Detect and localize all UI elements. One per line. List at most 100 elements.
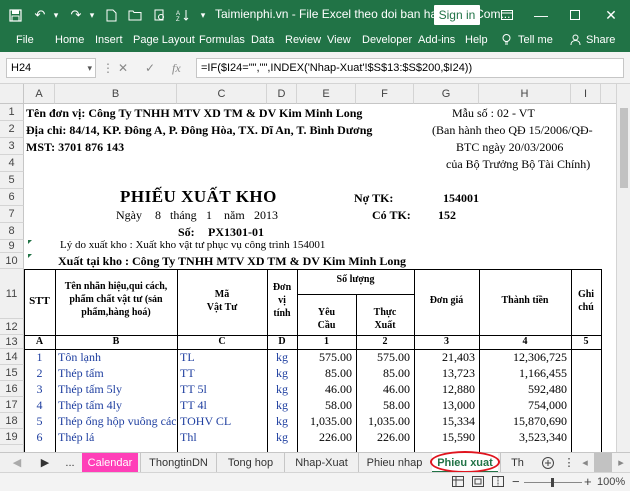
lightbulb-icon[interactable]	[502, 34, 511, 49]
hscroll-thumb[interactable]	[594, 453, 612, 473]
row-header-10[interactable]: 10	[0, 253, 24, 269]
cell-code[interactable]: TL	[180, 350, 195, 365]
cell-actual[interactable]: 1,035.00	[356, 414, 410, 429]
sheet-tab-th[interactable]: Th	[500, 453, 534, 473]
worksheet-grid[interactable]: A B C D E F G H I 1 2 3 4 5 6 7 8 9 10 1…	[0, 84, 630, 452]
tab-file[interactable]: File	[16, 34, 34, 46]
row-header-19[interactable]: 19	[0, 429, 24, 445]
cell-requested[interactable]: 1,035.00	[297, 414, 352, 429]
hscroll-left-icon[interactable]: ◂	[578, 453, 592, 473]
tab-add-ins[interactable]: Add-ins	[418, 34, 455, 46]
cell-unit[interactable]: kg	[267, 350, 297, 365]
column-header-h[interactable]: H	[479, 84, 571, 104]
cell-unit[interactable]: kg	[267, 430, 297, 445]
sheet-tab-tong-hop[interactable]: Tong hop	[216, 453, 284, 473]
tab-home[interactable]: Home	[55, 34, 84, 46]
row-header-8[interactable]: 8	[0, 223, 24, 240]
cell-unit[interactable]: kg	[267, 398, 297, 413]
cell-price[interactable]: 15,590	[414, 430, 475, 445]
hscroll-right-icon[interactable]: ▸	[614, 453, 628, 473]
undo-dropdown-icon[interactable]: ▾	[50, 0, 62, 30]
cell-code[interactable]: TT 4l	[180, 398, 207, 413]
cell-stt[interactable]: 3	[24, 382, 55, 397]
zoom-level[interactable]: 100%	[597, 476, 625, 488]
row-header-12[interactable]: 12	[0, 319, 24, 335]
cell-stt[interactable]: 6	[24, 430, 55, 445]
cell-name[interactable]: Thép tấm 4ly	[58, 398, 122, 413]
minimize-icon[interactable]: —	[528, 0, 554, 30]
cell-actual[interactable]: 58.00	[356, 398, 410, 413]
cell-code[interactable]: TOHV CL	[180, 414, 231, 429]
cell-requested[interactable]: 575.00	[297, 350, 352, 365]
cell-name[interactable]: Thép ống hộp vuông các lo	[58, 414, 176, 429]
print-preview-icon[interactable]	[148, 0, 170, 30]
row-header-9[interactable]: 9	[0, 240, 24, 253]
cell-code[interactable]: TT 5l	[180, 382, 207, 397]
cell-requested[interactable]: 226.00	[297, 430, 352, 445]
cell-stt[interactable]: 4	[24, 398, 55, 413]
customize-qat-icon[interactable]: ▾	[196, 0, 210, 30]
ribbon-display-icon[interactable]	[494, 0, 520, 30]
sheet-tab-thongtindn[interactable]: ThongtinDN	[140, 453, 216, 473]
cell-name[interactable]: Thép tấm	[58, 366, 104, 381]
tab-scroll-left-icon[interactable]: ◀	[10, 453, 24, 473]
cell-requested[interactable]: 85.00	[297, 366, 352, 381]
select-all-corner[interactable]	[0, 84, 24, 104]
sort-icon[interactable]: AZ	[172, 0, 194, 30]
cell-price[interactable]: 15,334	[414, 414, 475, 429]
vertical-scrollbar[interactable]	[616, 84, 630, 452]
tab-insert[interactable]: Insert	[95, 34, 123, 46]
column-header-c[interactable]: C	[177, 84, 267, 104]
cell-name[interactable]: Thép tấm 5ly	[58, 382, 122, 397]
tab-overflow-left[interactable]: ...	[60, 453, 80, 473]
cell-actual[interactable]: 226.00	[356, 430, 410, 445]
cell-unit[interactable]: kg	[267, 414, 297, 429]
cell-actual[interactable]: 575.00	[356, 350, 410, 365]
row-header-7[interactable]: 7	[0, 206, 24, 223]
cell-amount[interactable]: 592,480	[479, 382, 567, 397]
share-button[interactable]: Share	[586, 34, 615, 46]
row-header-15[interactable]: 15	[0, 365, 24, 381]
share-icon[interactable]	[570, 34, 581, 48]
tab-view[interactable]: View	[327, 34, 351, 46]
cell-unit[interactable]: kg	[267, 366, 297, 381]
redo-icon[interactable]: ↷	[66, 0, 86, 30]
cell-amount[interactable]: 15,870,690	[479, 414, 567, 429]
name-box[interactable]: H24 ▾	[6, 58, 96, 78]
column-header-f[interactable]: F	[356, 84, 414, 104]
cell-amount[interactable]: 3,523,340	[479, 430, 567, 445]
scroll-thumb[interactable]	[620, 108, 628, 188]
tab-review[interactable]: Review	[285, 34, 321, 46]
cell-price[interactable]: 13,723	[414, 366, 475, 381]
column-header-i[interactable]: I	[571, 84, 601, 104]
cell-unit[interactable]: kg	[267, 382, 297, 397]
zoom-out-icon[interactable]: −	[512, 474, 520, 489]
sign-in-button[interactable]: Sign in	[434, 5, 480, 25]
cell-actual[interactable]: 46.00	[356, 382, 410, 397]
row-header-14[interactable]: 14	[0, 349, 24, 365]
cell-price[interactable]: 12,880	[414, 382, 475, 397]
tab-scroll-right-icon[interactable]: ▶	[38, 453, 52, 473]
cell-requested[interactable]: 46.00	[297, 382, 352, 397]
row-header-16[interactable]: 16	[0, 381, 24, 397]
zoom-slider-thumb[interactable]	[551, 478, 554, 487]
sheet-tab-nhap-xuat[interactable]: Nhap-Xuat	[284, 453, 358, 473]
row-header-6[interactable]: 6	[0, 189, 24, 206]
page-break-view-icon[interactable]	[492, 476, 504, 490]
new-file-icon[interactable]	[100, 0, 122, 30]
cell-code[interactable]: TT	[180, 366, 195, 381]
column-header-e[interactable]: E	[297, 84, 356, 104]
zoom-in-icon[interactable]: +	[584, 474, 592, 489]
row-header-18[interactable]: 18	[0, 413, 24, 429]
tab-data[interactable]: Data	[251, 34, 274, 46]
sheet-tab-phieu-nhap[interactable]: Phieu nhap	[358, 453, 430, 473]
tab-developer[interactable]: Developer	[362, 34, 412, 46]
column-header-d[interactable]: D	[267, 84, 297, 104]
cell-amount[interactable]: 754,000	[479, 398, 567, 413]
row-header-13[interactable]: 13	[0, 335, 24, 349]
formula-input[interactable]: =IF($I24="","",INDEX('Nhap-Xuat'!$S$13:$…	[196, 58, 624, 78]
cell-amount[interactable]: 12,306,725	[479, 350, 567, 365]
insert-function-icon[interactable]: fx	[172, 58, 181, 78]
cell-requested[interactable]: 58.00	[297, 398, 352, 413]
column-header-g[interactable]: G	[414, 84, 479, 104]
